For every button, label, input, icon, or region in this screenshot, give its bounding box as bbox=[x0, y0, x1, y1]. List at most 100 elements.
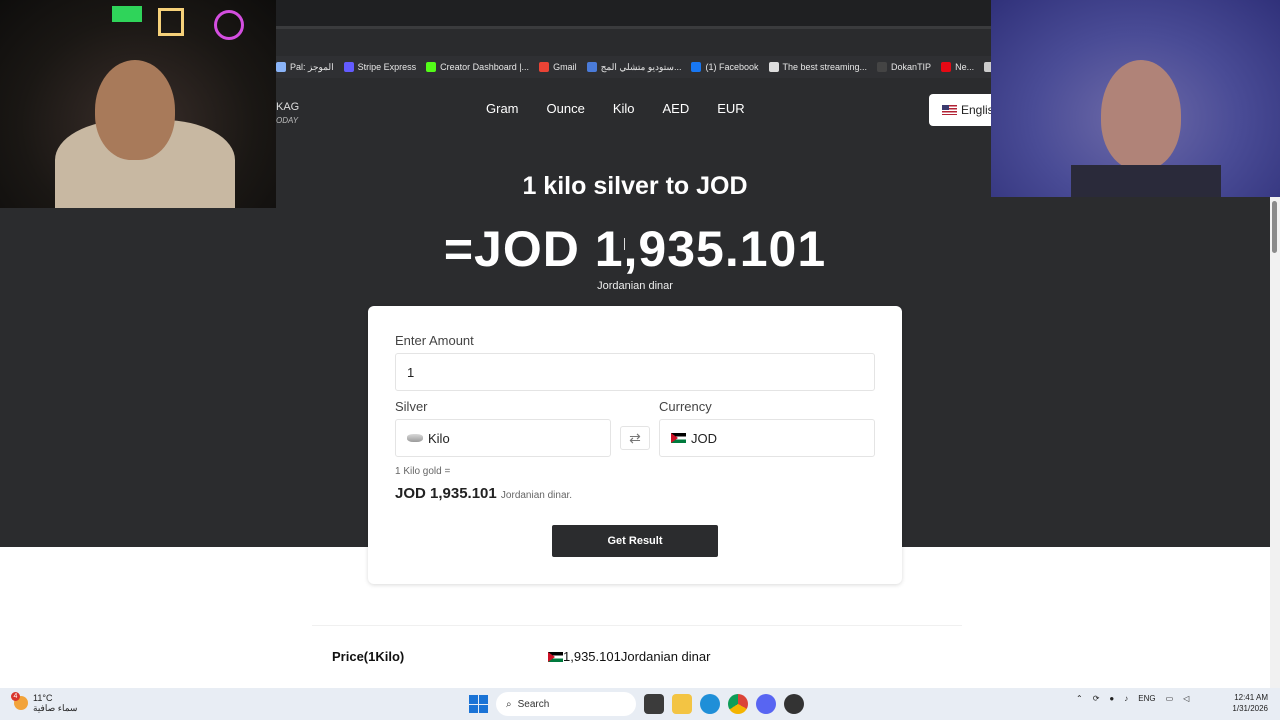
currency-select[interactable]: JOD bbox=[659, 419, 875, 457]
result-value: JOD 1,935.101 bbox=[395, 485, 497, 502]
bookmark-favicon-icon bbox=[276, 62, 286, 72]
swap-button[interactable]: ⇄ bbox=[620, 426, 650, 450]
nav-link-eur[interactable]: EUR bbox=[717, 101, 744, 116]
bookmark-item[interactable]: Ne... bbox=[941, 62, 974, 72]
bookmark-item[interactable]: Gmail bbox=[539, 62, 577, 72]
silver-label: Silver bbox=[395, 399, 428, 414]
bookmark-item[interactable]: ستوديو متشلي المج... bbox=[586, 62, 681, 73]
system-tray: ⌃ ⟳ ● ♪ ENG ▭ ◁ bbox=[1076, 694, 1189, 703]
price-table: Price(1Kilo) 1,935.101Jordanian dinar bbox=[312, 625, 962, 688]
bookmark-favicon-icon bbox=[586, 62, 597, 72]
app-icon[interactable] bbox=[784, 694, 804, 714]
currency-value: JOD bbox=[691, 430, 717, 446]
nav-link-gram[interactable]: Gram bbox=[486, 101, 519, 116]
person-face bbox=[1101, 60, 1181, 170]
bookmark-label: Stripe Express bbox=[357, 62, 417, 72]
jordan-flag-icon bbox=[548, 651, 563, 662]
table-row: Price(1Kilo) 1,935.101Jordanian dinar bbox=[332, 649, 932, 664]
person-clothing bbox=[1071, 165, 1221, 197]
converter-card: Enter Amount 1 Silver Kilo ⇄ Currency JO… bbox=[368, 306, 902, 584]
price-cell: 1,935.101Jordanian dinar bbox=[548, 649, 710, 664]
address-bar-area bbox=[276, 29, 991, 56]
start-button-icon[interactable] bbox=[468, 694, 488, 714]
bookmark-label: Pal: الموجز bbox=[290, 61, 334, 72]
bookmark-label: (1) Facebook bbox=[705, 62, 759, 72]
site-logo[interactable]: KAG bbox=[276, 102, 299, 113]
network-icon[interactable]: ▭ bbox=[1166, 694, 1174, 703]
result-unit: Jordanian dinar. bbox=[500, 490, 573, 501]
amount-label: Enter Amount bbox=[395, 333, 474, 348]
conversion-value: =JOD 1,935.101 bbox=[443, 221, 827, 277]
page-scrollbar[interactable] bbox=[1270, 197, 1280, 688]
amount-value: 1 bbox=[407, 364, 415, 380]
language-indicator[interactable]: ENG bbox=[1138, 694, 1155, 703]
weather-sun-icon: 4 bbox=[11, 692, 28, 710]
scrollbar-thumb[interactable] bbox=[1272, 201, 1277, 253]
system-clock[interactable]: 12:41 AM 1/31/2026 bbox=[1224, 692, 1268, 714]
microphone-icon[interactable]: ♪ bbox=[1124, 694, 1128, 703]
chrome-icon[interactable] bbox=[728, 694, 748, 714]
result-amount: JOD 1,935.101 Jordanian dinar. bbox=[395, 485, 572, 502]
windows-taskbar: 4 11°C سماء صافية ⌕ Search ⌃ ⟳ ● ♪ ENG ▭… bbox=[0, 688, 1280, 720]
silver-unit-select[interactable]: Kilo bbox=[395, 419, 611, 457]
nav-link-aed[interactable]: AED bbox=[663, 101, 690, 116]
bookmark-item[interactable]: Stripe Express bbox=[343, 62, 417, 72]
taskbar-search[interactable]: ⌕ Search bbox=[496, 692, 636, 716]
bookmark-label: DokanTIP bbox=[891, 62, 932, 72]
search-icon: ⌕ bbox=[506, 698, 512, 710]
result-note: 1 Kilo gold = bbox=[395, 466, 451, 477]
bookmark-favicon-icon bbox=[984, 62, 991, 72]
neon-sign-icon bbox=[112, 6, 142, 22]
main-nav: Gram Ounce Kilo AED EUR bbox=[486, 101, 773, 116]
bookmark-favicon-icon bbox=[768, 62, 779, 72]
us-flag-icon bbox=[942, 105, 957, 115]
clock-time: 12:41 AM bbox=[1234, 693, 1268, 702]
sync-icon[interactable]: ⟳ bbox=[1093, 694, 1100, 703]
bookmark-item[interactable]: (1) Facebook bbox=[691, 62, 759, 72]
silver-unit-value: Kilo bbox=[428, 430, 450, 446]
weather-condition: سماء صافية bbox=[33, 703, 78, 713]
amount-input[interactable]: 1 bbox=[395, 353, 875, 391]
task-view-icon[interactable] bbox=[644, 694, 664, 714]
nav-link-kilo[interactable]: Kilo bbox=[613, 101, 635, 116]
bookmark-label: Ne... bbox=[955, 62, 975, 72]
neon-logo-icon bbox=[214, 10, 244, 40]
streamer-webcam-left bbox=[0, 0, 276, 208]
discord-icon[interactable] bbox=[756, 694, 776, 714]
neon-crown-icon bbox=[158, 8, 184, 36]
get-result-button[interactable]: Get Result bbox=[552, 525, 718, 557]
bookmark-item[interactable]: Creator Dashboard |... bbox=[426, 62, 529, 72]
file-explorer-icon[interactable] bbox=[672, 694, 692, 714]
volume-icon[interactable]: ◁ bbox=[1183, 694, 1189, 703]
notification-badge: 4 bbox=[11, 692, 20, 701]
bookmark-favicon-icon bbox=[877, 62, 888, 72]
swap-arrows-icon: ⇄ bbox=[629, 429, 641, 446]
jordan-flag-icon bbox=[671, 433, 686, 443]
page-title: 1 kilo silver to JOD bbox=[522, 172, 748, 200]
bookmark-favicon-icon bbox=[941, 62, 952, 72]
bookmarks-bar: Pal: الموجز Stripe Express Creator Dashboa… bbox=[276, 56, 991, 78]
clock-date: 1/31/2026 bbox=[1232, 704, 1268, 713]
bookmark-favicon-icon bbox=[539, 62, 550, 72]
search-label: Search bbox=[517, 698, 550, 710]
currency-label: Currency bbox=[659, 399, 712, 414]
bookmark-item[interactable]: Pal: الموجز bbox=[276, 62, 334, 73]
temperature: 11°C bbox=[33, 693, 53, 703]
bookmark-label: The best streaming... bbox=[782, 62, 868, 72]
site-logo-tagline: ODAY bbox=[276, 116, 299, 125]
bookmark-item[interactable]: الصفحة الرئيسية - bbox=[984, 62, 991, 73]
bookmark-item[interactable]: The best streaming... bbox=[768, 62, 868, 72]
bookmark-item[interactable]: DokanTIP bbox=[877, 62, 931, 72]
guest-webcam-right bbox=[991, 0, 1280, 197]
person-face bbox=[95, 60, 175, 160]
text-cursor-icon bbox=[624, 238, 625, 250]
price-value: 1,935.101Jordanian dinar bbox=[563, 649, 711, 664]
weather-widget[interactable]: 4 11°C سماء صافية bbox=[11, 692, 78, 714]
bookmark-favicon-icon bbox=[343, 62, 354, 72]
taskbar-apps: ⌕ Search bbox=[468, 692, 804, 716]
edge-icon[interactable] bbox=[700, 694, 720, 714]
bookmark-label: Creator Dashboard |... bbox=[440, 62, 530, 72]
status-dot-icon[interactable]: ● bbox=[1109, 694, 1114, 703]
chevron-up-icon[interactable]: ⌃ bbox=[1076, 694, 1083, 703]
nav-link-ounce[interactable]: Ounce bbox=[547, 101, 585, 116]
